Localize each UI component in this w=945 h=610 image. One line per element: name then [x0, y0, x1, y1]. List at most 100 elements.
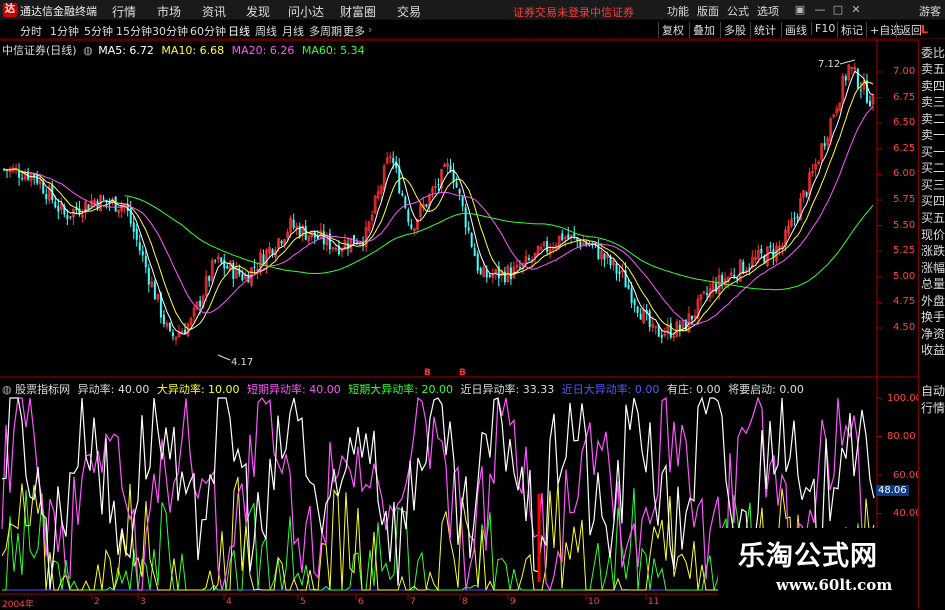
- candle-body: [561, 233, 564, 241]
- quote-side-panel: L 委比 卖五 卖四 卖三 卖二 卖一 买一 买二 买三 买四 买五 现价 涨跌…: [918, 23, 945, 609]
- panel-item-earnings[interactable]: 收益: [920, 343, 945, 357]
- candle-body: [660, 335, 663, 338]
- candle-body: [636, 306, 639, 313]
- panel-item-auto[interactable]: 自动: [920, 384, 945, 398]
- low-price-label: 4.17: [231, 357, 254, 368]
- candle-body: [476, 253, 479, 271]
- chart-area[interactable]: [0, 0, 918, 609]
- candle-body: [223, 259, 226, 269]
- panel-item-net-assets[interactable]: 净资: [920, 327, 945, 341]
- candle-body: [162, 314, 165, 325]
- date-tick: 8: [462, 597, 468, 607]
- price-tick: 7.00: [893, 66, 916, 77]
- candle-body: [603, 253, 606, 260]
- candle-body: [633, 299, 636, 306]
- candle-body: [573, 233, 576, 237]
- candle-body: [214, 260, 217, 262]
- date-tick: 3: [140, 597, 146, 607]
- panel-item-turnover[interactable]: 换手: [920, 310, 945, 324]
- panel-item-outer[interactable]: 外盘: [920, 294, 945, 308]
- candle-body: [648, 310, 651, 327]
- date-tick: 11: [648, 597, 660, 607]
- panel-item-change[interactable]: 涨跌: [920, 244, 945, 258]
- candle-body: [618, 271, 621, 275]
- candle-body: [226, 266, 229, 269]
- candle-body: [639, 313, 642, 320]
- panel-item-bid5[interactable]: 买五: [920, 211, 945, 225]
- panel-item-ask1[interactable]: 卖一: [920, 128, 945, 142]
- price-tick: 5.00: [893, 271, 916, 282]
- candle-body: [144, 255, 147, 268]
- candle-body: [742, 261, 745, 274]
- candle-body: [518, 267, 521, 269]
- candle-body: [69, 216, 72, 218]
- candle-body: [856, 69, 859, 89]
- candle-body: [615, 263, 618, 274]
- panel-item-ask5[interactable]: 卖五: [920, 62, 945, 76]
- candle-body: [392, 158, 395, 164]
- candle-body: [87, 204, 90, 210]
- panel-item-bid3[interactable]: 买三: [920, 178, 945, 192]
- moving-averages: [3, 70, 874, 335]
- candle-body: [153, 281, 156, 300]
- candle-body: [57, 205, 60, 212]
- buy-marker: B: [424, 368, 431, 378]
- date-tick: 9: [510, 597, 516, 607]
- panel-item-ask4[interactable]: 卖四: [920, 79, 945, 93]
- candle-body: [21, 178, 24, 180]
- date-tick: 4: [226, 597, 232, 607]
- panel-item-change-pct[interactable]: 涨幅: [920, 261, 945, 275]
- price-tick: 5.75: [893, 194, 916, 205]
- panel-item-ask3[interactable]: 卖三: [920, 95, 945, 109]
- candle-body: [168, 322, 171, 331]
- candle-body: [509, 267, 512, 280]
- candle-body: [470, 233, 473, 247]
- high-pointer: [839, 59, 856, 65]
- price-tick: 6.25: [893, 143, 916, 154]
- candle-body: [630, 288, 633, 303]
- panel-item-ask2[interactable]: 卖二: [920, 112, 945, 126]
- panel-item-volume[interactable]: 总量: [920, 277, 945, 291]
- date-tick: 6: [358, 597, 364, 607]
- candle-body: [208, 276, 211, 281]
- candle-body: [455, 182, 458, 188]
- candle-body: [793, 218, 796, 220]
- candle-body: [805, 192, 808, 196]
- price-tick: 5.25: [893, 245, 916, 256]
- candle-body: [36, 174, 39, 184]
- candle-body: [401, 193, 404, 196]
- watermark-logo: 乐淘公式网 www.60lt.com: [718, 528, 918, 609]
- candle-body: [627, 284, 630, 289]
- candle-body: [823, 143, 826, 147]
- candle-body: [171, 332, 174, 337]
- panel-item-bid4[interactable]: 买四: [920, 194, 945, 208]
- candle-body: [721, 275, 724, 283]
- candle-body: [147, 268, 150, 285]
- candle-body: [54, 201, 57, 208]
- candle-body: [458, 189, 461, 194]
- candle-body: [464, 207, 467, 228]
- candle-body: [42, 182, 45, 194]
- candle-body: [769, 245, 772, 248]
- panel-item-bid1[interactable]: 买一: [920, 145, 945, 159]
- candle-body: [706, 293, 709, 296]
- panel-item-bid2[interactable]: 买二: [920, 161, 945, 175]
- panel-badge[interactable]: L: [921, 23, 928, 36]
- price-tick: 6.50: [893, 117, 916, 128]
- candle-body: [669, 323, 672, 338]
- candle-body: [410, 224, 413, 229]
- date-tick: 10: [588, 597, 600, 607]
- candle-body: [488, 274, 491, 277]
- guest-user[interactable]: 游客: [919, 3, 941, 19]
- candle-body: [461, 196, 464, 207]
- panel-item-quotes[interactable]: 行情: [920, 401, 945, 415]
- candle-body: [407, 209, 410, 222]
- panel-item-price[interactable]: 现价: [920, 228, 945, 242]
- candle-body: [220, 257, 223, 263]
- candle-body: [253, 266, 256, 268]
- panel-item-committee-ratio[interactable]: 委比: [920, 46, 945, 60]
- indicator-tick: 100.00: [887, 393, 922, 404]
- high-price-label: 7.12: [818, 59, 841, 70]
- candle-body: [528, 258, 531, 260]
- candle-body: [479, 268, 482, 274]
